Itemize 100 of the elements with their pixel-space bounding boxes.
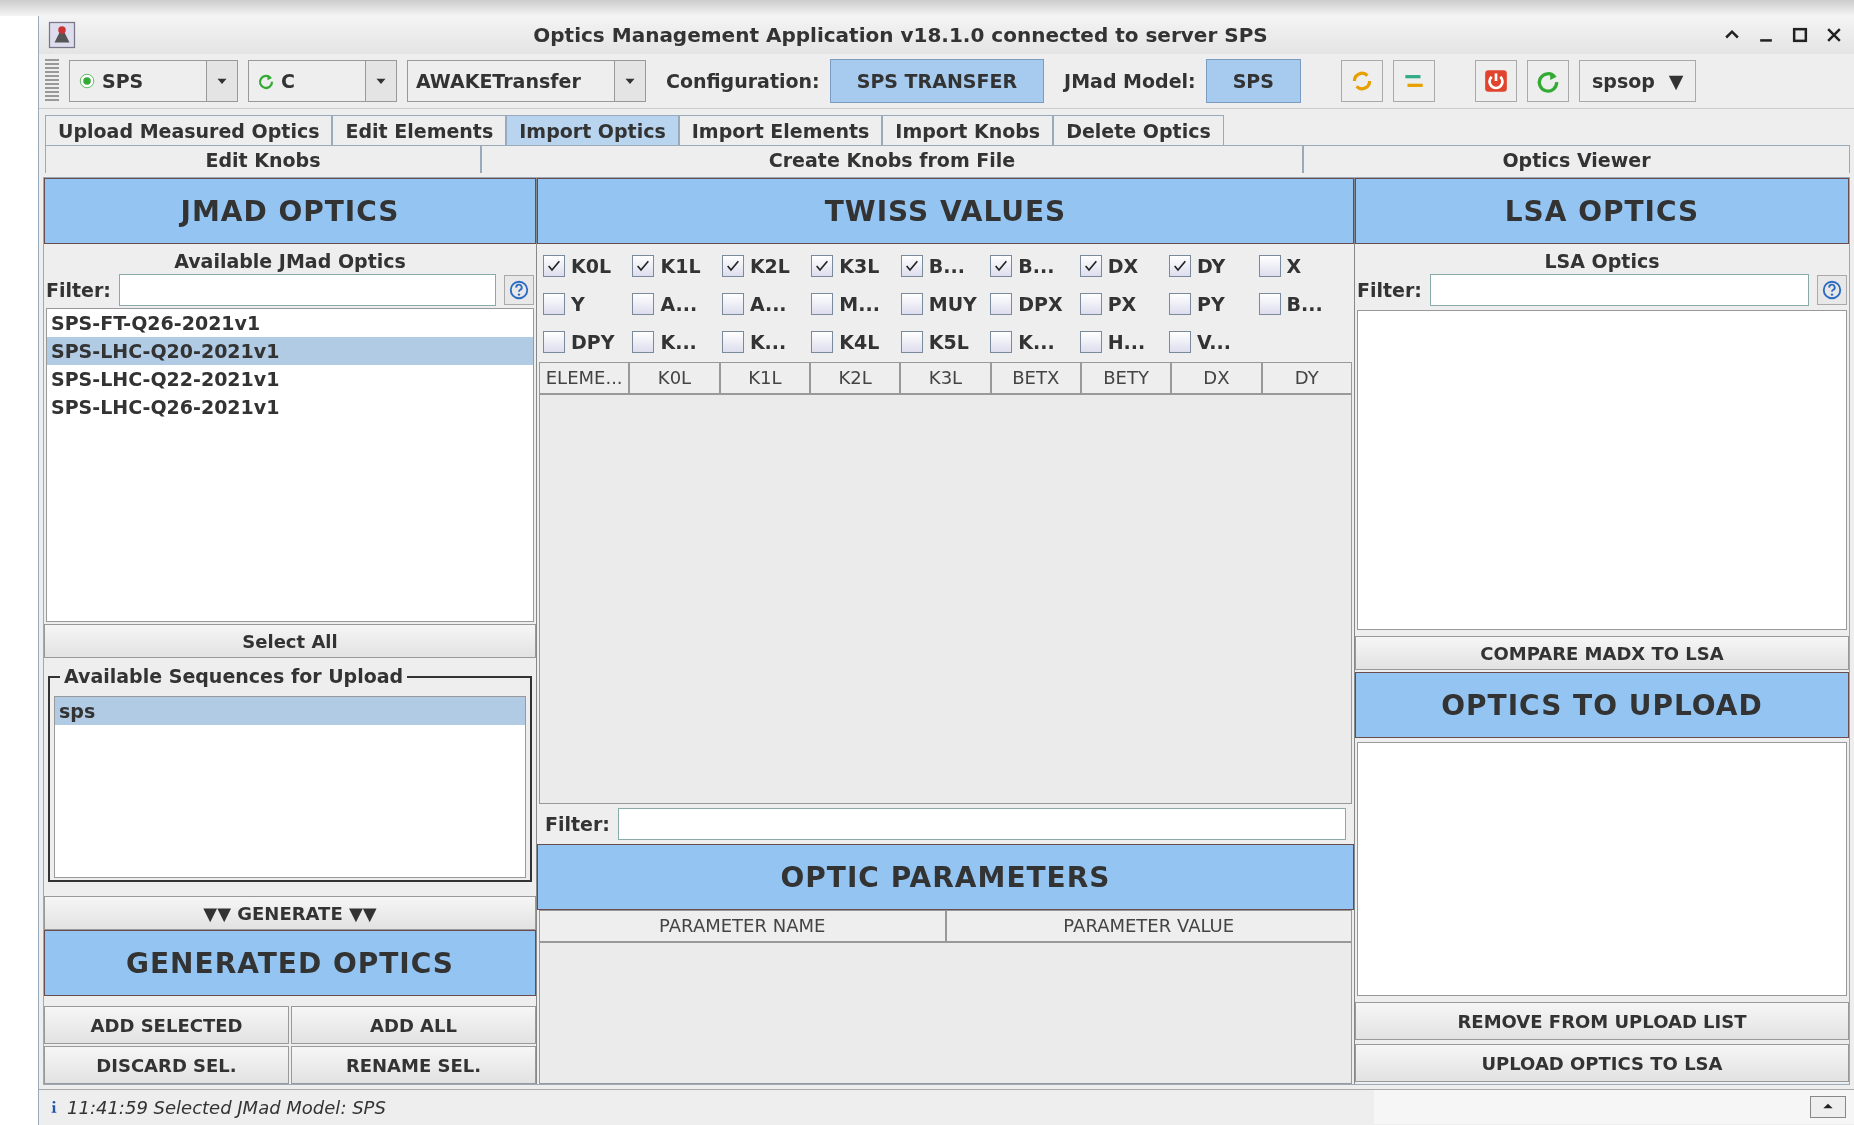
tab[interactable]: Edit Knobs xyxy=(45,145,481,173)
checkbox[interactable] xyxy=(1169,331,1192,353)
checkmark-icon xyxy=(546,258,562,274)
checkbox[interactable] xyxy=(1258,255,1281,277)
checkbox[interactable] xyxy=(721,255,744,277)
checkbox[interactable] xyxy=(632,331,655,353)
action-button[interactable]: ADD ALL xyxy=(291,1006,536,1044)
checkbox[interactable] xyxy=(990,255,1013,277)
expand-button[interactable] xyxy=(1810,1096,1846,1118)
list-item[interactable]: sps xyxy=(55,697,525,725)
checkbox[interactable] xyxy=(811,293,834,315)
column-header[interactable]: BETX xyxy=(990,362,1081,394)
action-button[interactable]: ADD SELECTED xyxy=(44,1006,289,1044)
checkbox[interactable] xyxy=(721,331,744,353)
tab[interactable]: Create Knobs from File xyxy=(481,145,1303,173)
dropdown[interactable]: C xyxy=(248,60,397,102)
dropdown-value: AWAKETransfer xyxy=(416,70,581,92)
filter-label: Filter: xyxy=(1357,279,1422,301)
checkbox[interactable] xyxy=(900,293,923,315)
column-header[interactable]: K2L xyxy=(810,362,901,394)
checkmark-icon xyxy=(993,258,1010,274)
checkbox[interactable] xyxy=(721,293,744,315)
checkbox[interactable] xyxy=(1079,255,1102,277)
column-header[interactable]: ELEME... xyxy=(539,362,630,394)
checkbox-label: DPX xyxy=(1018,293,1063,315)
column-header[interactable]: PARAMETER VALUE xyxy=(945,910,1352,942)
power-button[interactable] xyxy=(1474,60,1517,102)
toolbar-grip[interactable] xyxy=(45,59,59,103)
checkbox-label: K4L xyxy=(839,331,880,353)
checkbox[interactable] xyxy=(811,331,834,353)
column-header[interactable]: BETY xyxy=(1080,362,1172,394)
checkbox-label: K5L xyxy=(928,331,969,353)
checkbox[interactable] xyxy=(1169,255,1192,277)
checkbox[interactable] xyxy=(900,255,923,277)
action-button[interactable]: UPLOAD OPTICS TO LSA xyxy=(1355,1044,1849,1082)
tab[interactable]: Import Elements xyxy=(678,115,883,145)
checkbox[interactable] xyxy=(1258,293,1281,315)
filter-field[interactable] xyxy=(617,808,1346,840)
checkbox-label: B... xyxy=(1286,293,1323,315)
checkbox[interactable] xyxy=(990,331,1013,353)
column-header[interactable]: K1L xyxy=(719,362,810,394)
configuration-button[interactable]: SPS TRANSFER xyxy=(829,59,1045,103)
checkbox-label: K... xyxy=(749,331,787,353)
list-item[interactable]: SPS-LHC-Q22-2021v1 xyxy=(47,365,533,393)
list-item[interactable]: SPS-FT-Q26-2021v1 xyxy=(47,309,533,337)
checkbox[interactable] xyxy=(543,331,565,353)
checkbox-label: K3L xyxy=(839,255,880,277)
checkbox[interactable] xyxy=(1079,331,1102,353)
column-header[interactable]: DX xyxy=(1171,362,1262,394)
action-button[interactable]: REMOVE FROM UPLOAD LIST xyxy=(1355,1002,1849,1040)
filter-field[interactable] xyxy=(118,274,496,306)
filter-field[interactable] xyxy=(1429,274,1809,306)
user-menu[interactable]: spsop ▼ xyxy=(1578,60,1697,102)
list-item[interactable]: SPS-LHC-Q20-2021v1 xyxy=(47,337,533,365)
action-button[interactable]: DISCARD SEL. xyxy=(44,1046,289,1084)
column-header[interactable]: K3L xyxy=(900,362,991,394)
checkbox[interactable] xyxy=(543,255,565,277)
help-button[interactable] xyxy=(504,275,534,305)
column-header[interactable]: K0L xyxy=(629,362,720,394)
dropdown[interactable]: SPS xyxy=(69,60,238,102)
select-all-button[interactable]: Select All xyxy=(44,624,536,658)
checkmark-icon xyxy=(1082,258,1099,274)
dropdown-value: C xyxy=(281,70,295,92)
section-header: TWISS VALUES xyxy=(537,178,1354,244)
checkmark-icon xyxy=(814,258,831,274)
checkbox-label: Y xyxy=(571,293,585,315)
compare-button[interactable]: COMPARE MADX TO LSA xyxy=(1355,636,1849,670)
list-title: LSA Optics xyxy=(1543,249,1661,274)
tab[interactable]: Delete Optics xyxy=(1053,115,1224,145)
checkbox[interactable] xyxy=(543,293,565,315)
tab[interactable]: Import Optics xyxy=(506,115,679,145)
checkbox-label: MUY xyxy=(928,293,977,315)
action-button[interactable]: RENAME SEL. xyxy=(291,1046,536,1084)
dropdown[interactable]: AWAKETransfer xyxy=(407,60,646,102)
generate-button[interactable]: ▼▼ GENERATE ▼▼ xyxy=(44,896,536,930)
radio-icon xyxy=(78,72,96,90)
checkbox[interactable] xyxy=(811,255,834,277)
checkbox[interactable] xyxy=(1169,293,1192,315)
checkbox[interactable] xyxy=(632,255,655,277)
checkbox[interactable] xyxy=(990,293,1013,315)
tab[interactable]: Edit Elements xyxy=(332,115,507,145)
checkbox[interactable] xyxy=(632,293,655,315)
transfer-button[interactable] xyxy=(1392,60,1435,102)
checkbox[interactable] xyxy=(1079,293,1102,315)
list-item[interactable]: SPS-LHC-Q26-2021v1 xyxy=(47,393,533,421)
maximize-icon[interactable] xyxy=(1790,25,1810,45)
tab[interactable]: Optics Viewer xyxy=(1303,145,1850,173)
column-header[interactable]: DY xyxy=(1261,362,1352,394)
checkbox[interactable] xyxy=(900,331,923,353)
tab[interactable]: Upload Measured Optics xyxy=(45,115,333,145)
checkbox-label: DX xyxy=(1107,255,1139,277)
checkbox-label: A... xyxy=(749,293,787,315)
model-button[interactable]: SPS xyxy=(1205,59,1301,103)
refresh-button[interactable] xyxy=(1526,60,1569,102)
sync-button[interactable] xyxy=(1340,60,1383,102)
status-message: 11:41:59 Selected JMad Model: SPS xyxy=(66,1096,387,1118)
column-header[interactable]: PARAMETER NAME xyxy=(539,910,946,942)
checkbox-label: B... xyxy=(928,255,965,277)
help-button[interactable] xyxy=(1817,275,1847,305)
tab[interactable]: Import Knobs xyxy=(882,115,1054,145)
